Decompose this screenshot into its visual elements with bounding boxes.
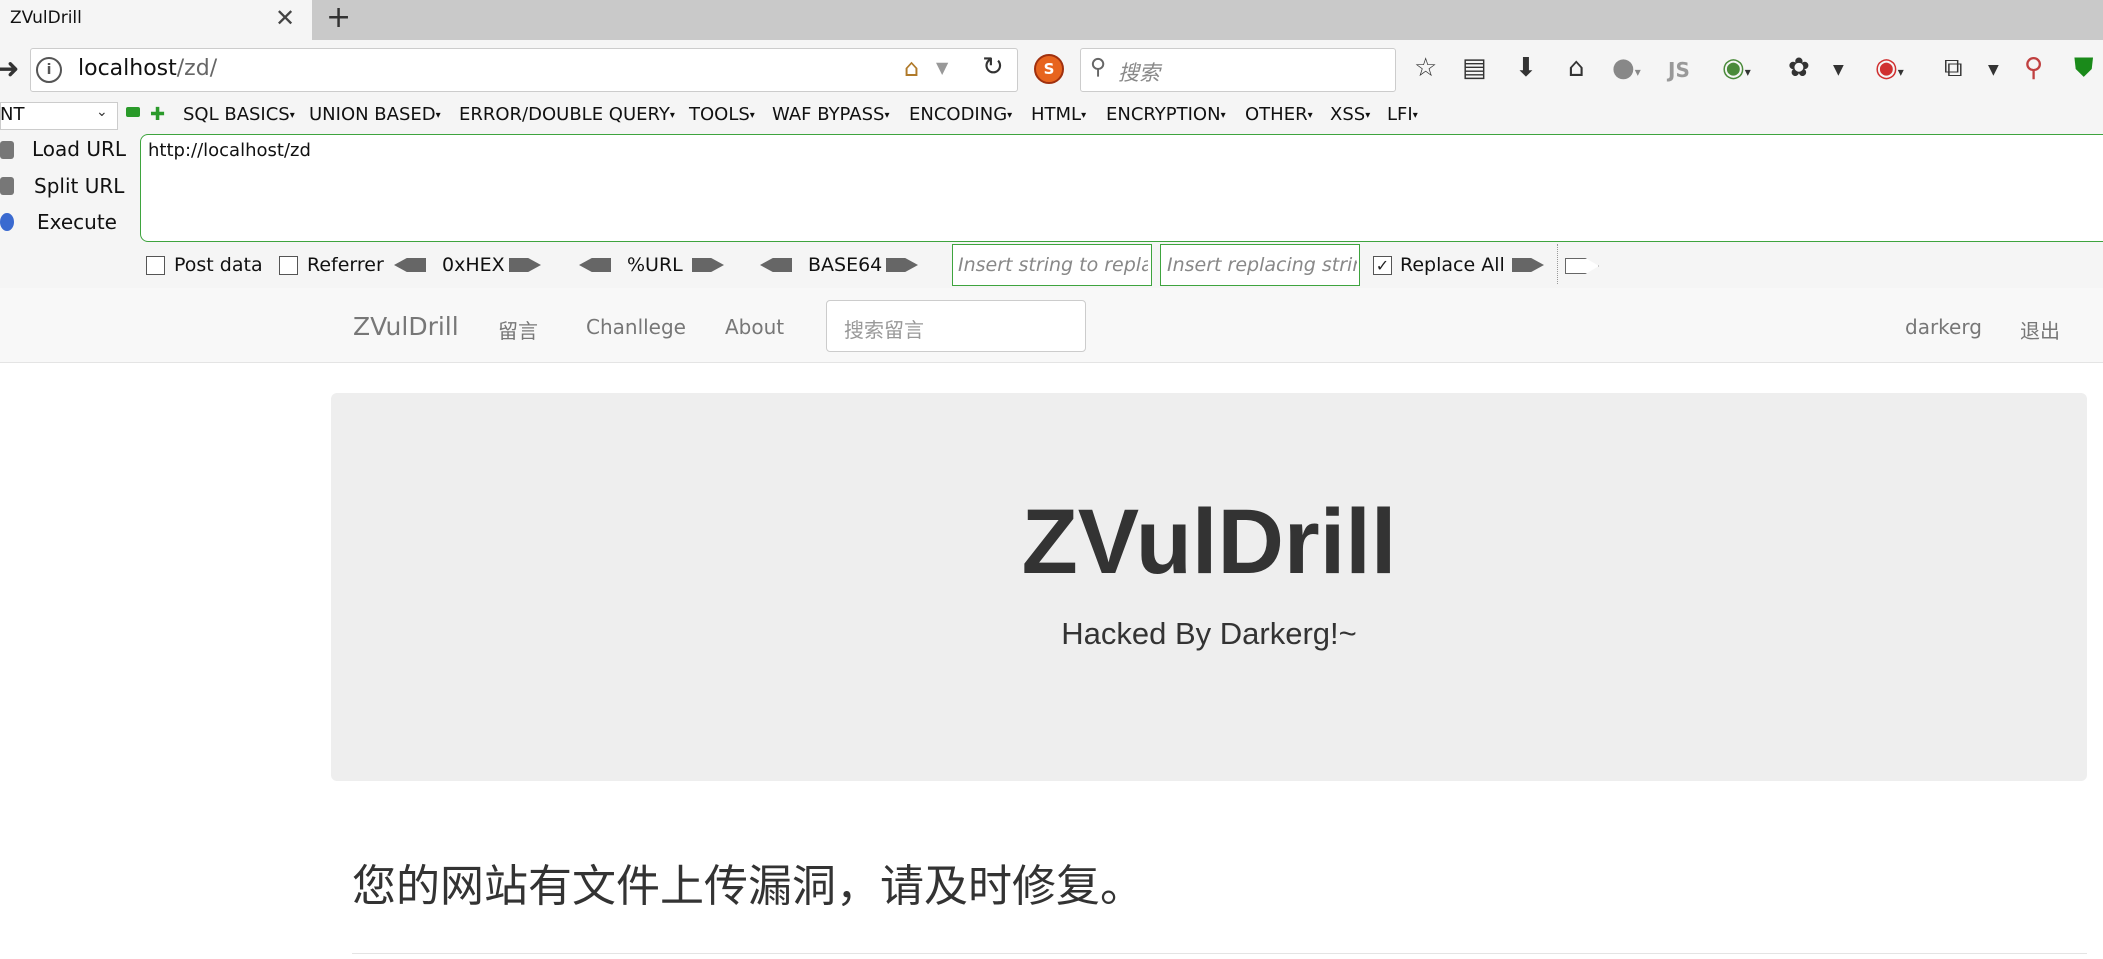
- execute-icon: [0, 213, 14, 231]
- hackbar-icon[interactable]: ◉▾: [1875, 53, 1904, 83]
- inspect-icon[interactable]: ⚲: [2024, 53, 2043, 83]
- url-host: localhost: [78, 56, 177, 81]
- split-url-icon: [0, 177, 14, 195]
- hackbar-url-textarea[interactable]: [140, 134, 2103, 242]
- url-text[interactable]: localhost/zd/: [78, 56, 217, 81]
- site-search-placeholder: 搜索留言: [844, 318, 924, 342]
- back-arrow-icon[interactable]: ➜: [0, 52, 19, 85]
- minus-icon[interactable]: [126, 107, 140, 117]
- referrer-label: Referrer: [307, 254, 384, 276]
- menu-encryption[interactable]: ENCRYPTION▾: [1106, 104, 1226, 125]
- load-url-button[interactable]: Load URL: [32, 137, 126, 161]
- jumbotron-title: ZVulDrill: [1021, 491, 1397, 593]
- close-icon[interactable]: ✕: [275, 4, 295, 32]
- palette-icon[interactable]: ✿: [1788, 53, 1810, 83]
- logout-link[interactable]: 退出: [2020, 315, 2060, 344]
- menu-sql-basics[interactable]: SQL BASICS▾: [183, 104, 295, 125]
- tab-title: ZVulDrill: [10, 8, 82, 28]
- menu-html[interactable]: HTML▾: [1031, 104, 1086, 125]
- site-brand-link[interactable]: ZVulDrill: [353, 312, 459, 341]
- user-link[interactable]: darkerg: [1905, 315, 1982, 339]
- execute-button[interactable]: Execute: [37, 210, 117, 234]
- base64-label: BASE64: [808, 254, 883, 276]
- reload-icon[interactable]: ↻: [982, 52, 1004, 82]
- url-dropdown-icon[interactable]: ▼: [936, 58, 948, 77]
- menu-union-based[interactable]: UNION BASED▾: [309, 104, 441, 125]
- replace-string-placeholder: Insert string to replace: [958, 254, 1148, 276]
- search-icon: ⚲: [1090, 55, 1107, 80]
- chevron-down-icon[interactable]: ⌄: [96, 104, 108, 120]
- hex-label: 0xHEX: [442, 254, 505, 276]
- tab-strip: [0, 0, 2103, 40]
- reading-list-icon[interactable]: ▤: [1462, 53, 1487, 83]
- globe-icon[interactable]: ●▾: [1612, 53, 1641, 83]
- bookmark-star-icon[interactable]: ☆: [1414, 53, 1437, 83]
- menu-tools[interactable]: TOOLS▾: [689, 104, 755, 125]
- js-icon[interactable]: JS: [1668, 58, 1690, 82]
- split-url-button[interactable]: Split URL: [34, 174, 124, 198]
- jumbotron-subtitle: Hacked By Darkerg!~: [1061, 616, 1357, 651]
- plus-icon[interactable]: ✚: [150, 104, 165, 125]
- shield-icon[interactable]: ⛊: [2074, 53, 2094, 84]
- menu-xss[interactable]: XSS▾: [1330, 104, 1370, 125]
- replace-all-label: Replace All: [1400, 254, 1505, 276]
- nav-link-about[interactable]: About: [725, 315, 784, 339]
- post-data-checkbox[interactable]: [146, 256, 165, 275]
- nav-link-messages[interactable]: 留言: [498, 315, 538, 344]
- menu-other[interactable]: OTHER▾: [1245, 104, 1313, 125]
- post-data-label: Post data: [174, 254, 263, 276]
- info-icon[interactable]: i: [36, 57, 62, 83]
- url-encode-label: %URL: [627, 254, 683, 276]
- referrer-checkbox[interactable]: [279, 256, 298, 275]
- sidebar-icon[interactable]: ⧉: [1944, 53, 1963, 84]
- dropdown-icon[interactable]: ▼: [1988, 62, 1999, 78]
- nav-link-challenge[interactable]: Chanllege: [586, 315, 686, 339]
- divider: [1557, 244, 1558, 284]
- noscript-icon[interactable]: S: [1034, 54, 1064, 84]
- hackbar-select-value: NT: [0, 104, 25, 125]
- home-addon-icon[interactable]: ⌂: [904, 54, 919, 82]
- menu-error-double-query[interactable]: ERROR/DOUBLE QUERY▾: [459, 104, 675, 125]
- new-tab-button[interactable]: +: [326, 0, 351, 35]
- divider: [352, 953, 2087, 954]
- menu-lfi[interactable]: LFI▾: [1387, 104, 1418, 125]
- load-url-icon: [0, 141, 14, 159]
- menu-waf-bypass[interactable]: WAF BYPASS▾: [772, 104, 889, 125]
- menu-encoding[interactable]: ENCODING▾: [909, 104, 1012, 125]
- browser-search-placeholder: 搜索: [1118, 61, 1160, 85]
- dropdown-icon[interactable]: ▼: [1833, 62, 1844, 78]
- replacing-string-placeholder: Insert replacing string: [1167, 254, 1357, 276]
- home-icon[interactable]: ⌂: [1568, 53, 1585, 83]
- proxy-icon[interactable]: ◉▾: [1722, 53, 1751, 83]
- replace-all-checkbox[interactable]: ✓: [1373, 256, 1392, 275]
- url-path: /zd/: [176, 56, 218, 81]
- vulnerability-notice: 您的网站有文件上传漏洞，请及时修复。: [352, 861, 1144, 912]
- download-icon[interactable]: ⬇: [1515, 53, 1537, 83]
- hackbar-url-value: http://localhost/zd: [148, 140, 311, 161]
